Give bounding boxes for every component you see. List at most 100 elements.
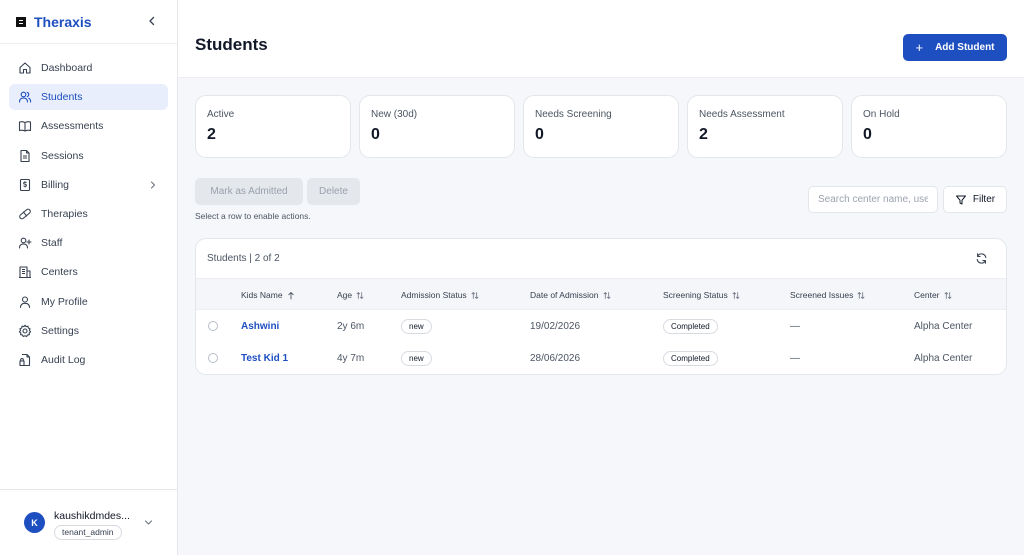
- file-audit-icon: [18, 353, 32, 367]
- column-header-screening-status[interactable]: Screening Status: [663, 290, 740, 300]
- column-header-center[interactable]: Center: [914, 290, 952, 300]
- sidebar-item-centers[interactable]: Centers: [9, 259, 168, 285]
- column-header-screened-issues[interactable]: Screened Issues: [790, 290, 865, 300]
- stat-value: 2: [207, 126, 216, 143]
- role-badge: tenant_admin: [54, 525, 122, 540]
- delete-button[interactable]: Delete: [307, 178, 360, 205]
- chevron-down-icon[interactable]: [143, 517, 154, 528]
- sort-icon: [603, 291, 611, 300]
- avatar: K: [24, 512, 45, 533]
- refresh-icon[interactable]: [975, 252, 988, 265]
- pill-icon: [18, 207, 32, 221]
- stat-value: 0: [535, 126, 544, 143]
- sort-icon: [944, 291, 952, 300]
- collapse-sidebar-icon[interactable]: [145, 14, 159, 28]
- main-content: Students + Add Student Active 2 New (30d…: [178, 0, 1024, 555]
- gear-icon: [18, 324, 32, 338]
- sidebar: Theraxis Dashboard Students Assessments: [0, 0, 178, 555]
- table-header: Kids Name Age Admission Status Date of A…: [196, 279, 1006, 310]
- book-icon: [18, 119, 32, 133]
- users-icon: [18, 90, 32, 104]
- sort-icon: [857, 291, 865, 300]
- filter-label: Filter: [972, 194, 996, 205]
- sidebar-item-my-profile[interactable]: My Profile: [9, 289, 168, 315]
- sidebar-item-billing[interactable]: Billing: [9, 172, 168, 198]
- sidebar-item-students[interactable]: Students: [9, 84, 168, 111]
- sidebar-item-label: Billing: [41, 178, 70, 191]
- stat-label: Active: [207, 109, 235, 120]
- screening-status-badge: Completed: [663, 351, 718, 366]
- selection-hint: Select a row to enable actions.: [195, 211, 311, 221]
- add-student-button[interactable]: + Add Student: [903, 34, 1007, 61]
- chevron-right-icon: [147, 179, 159, 191]
- sort-icon: [732, 291, 740, 300]
- sidebar-item-audit-log[interactable]: Audit Log: [9, 347, 168, 373]
- stat-label: On Hold: [863, 109, 900, 120]
- stat-card-active: Active 2: [195, 95, 351, 158]
- stat-label: New (30d): [371, 109, 418, 120]
- sidebar-item-label: Dashboard: [41, 62, 93, 74]
- search-input[interactable]: [808, 186, 938, 213]
- sidebar-item-settings[interactable]: Settings: [9, 318, 168, 344]
- sort-icon: [471, 291, 479, 300]
- row-select-radio[interactable]: [208, 321, 218, 331]
- center-cell: Alpha Center: [914, 321, 973, 332]
- add-student-label: Add Student: [935, 42, 995, 53]
- stat-card-needs-screening: Needs Screening 0: [523, 95, 679, 158]
- stat-value: 0: [371, 126, 380, 143]
- plus-icon: +: [915, 40, 924, 55]
- user-icon: [18, 295, 32, 309]
- column-header-date-of-admission[interactable]: Date of Admission: [530, 290, 611, 300]
- sidebar-item-therapies[interactable]: Therapies: [9, 201, 168, 227]
- date-of-admission-cell: 28/06/2026: [530, 353, 581, 364]
- stat-value: 2: [699, 126, 708, 143]
- building-icon: [18, 265, 32, 279]
- user-menu[interactable]: K kaushikdmdes... tenant_admin: [0, 489, 177, 555]
- stat-card-on-hold: On Hold 0: [851, 95, 1007, 158]
- page-title: Students: [195, 35, 268, 54]
- sidebar-item-label: Students: [41, 91, 83, 104]
- app-name: Theraxis: [34, 13, 92, 30]
- mark-as-admitted-button[interactable]: Mark as Admitted: [195, 178, 303, 205]
- stat-card-needs-assessment: Needs Assessment 2: [687, 95, 843, 158]
- screened-issues-cell: —: [790, 353, 800, 364]
- file-text-icon: [18, 149, 32, 163]
- home-icon: [18, 61, 32, 75]
- column-header-kids-name[interactable]: Kids Name: [241, 290, 295, 300]
- sidebar-item-label: Settings: [41, 324, 79, 337]
- sidebar-item-label: Sessions: [41, 149, 84, 162]
- sidebar-item-label: My Profile: [41, 295, 88, 308]
- brand-header: Theraxis: [0, 0, 177, 44]
- column-header-age[interactable]: Age: [337, 290, 364, 300]
- sidebar-item-label: Centers: [41, 266, 78, 279]
- sidebar-item-assessments[interactable]: Assessments: [9, 113, 168, 139]
- age-cell: 2y 6m: [337, 321, 365, 332]
- sidebar-item-sessions[interactable]: Sessions: [9, 143, 168, 169]
- theraxis-logo-icon: [16, 16, 26, 27]
- age-cell: 4y 7m: [337, 353, 365, 364]
- date-of-admission-cell: 19/02/2026: [530, 321, 581, 332]
- kid-name-link[interactable]: Ashwini: [241, 321, 279, 332]
- sort-icon: [356, 291, 364, 300]
- table-toolbar: Students | 2 of 2: [196, 239, 1006, 279]
- table-caption: Students | 2 of 2: [207, 253, 280, 264]
- sidebar-item-label: Therapies: [41, 207, 88, 220]
- user-plus-icon: [18, 236, 32, 250]
- filter-icon: [955, 194, 967, 206]
- stat-value: 0: [863, 126, 872, 143]
- receipt-icon: [18, 178, 32, 192]
- table-row[interactable]: Test Kid 1 4y 7m new 28/06/2026 Complete…: [196, 342, 1006, 374]
- center-cell: Alpha Center: [914, 353, 973, 364]
- kid-name-link[interactable]: Test Kid 1: [241, 353, 288, 364]
- filter-button[interactable]: Filter: [943, 186, 1007, 213]
- stat-label: Needs Screening: [535, 109, 612, 120]
- stat-label: Needs Assessment: [699, 109, 785, 120]
- table-row[interactable]: Ashwini 2y 6m new 19/02/2026 Completed —…: [196, 310, 1006, 342]
- sidebar-item-dashboard[interactable]: Dashboard: [9, 55, 168, 81]
- sort-asc-icon: [287, 291, 295, 300]
- column-header-admission-status[interactable]: Admission Status: [401, 290, 479, 300]
- admission-status-badge: new: [401, 319, 432, 334]
- sidebar-item-staff[interactable]: Staff: [9, 230, 168, 256]
- sidebar-item-label: Staff: [41, 237, 63, 250]
- row-select-radio[interactable]: [208, 353, 218, 363]
